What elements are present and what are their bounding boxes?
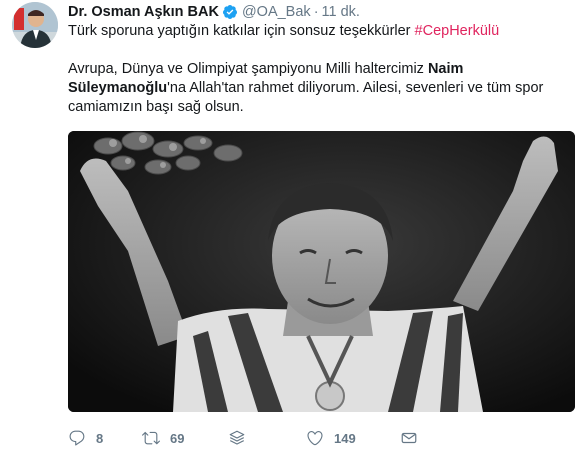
- heart-icon: [307, 431, 323, 446]
- tweet-actions: 8 69 149: [68, 428, 418, 448]
- stack-button[interactable]: [228, 429, 306, 447]
- avatar-image: [12, 2, 58, 48]
- like-button[interactable]: 149: [306, 429, 400, 447]
- author-name[interactable]: Dr. Osman Aşkın BAK: [68, 4, 219, 20]
- tweet-photo[interactable]: [68, 131, 575, 412]
- tweet-text-paragraph: Avrupa, Dünya ve Olimpiyat şampiyonu Mil…: [68, 60, 573, 117]
- tweet-text: Türk sporuna yaptığın katkılar için sons…: [68, 23, 415, 39]
- author-handle[interactable]: @OA_Bak: [242, 4, 311, 20]
- direct-message-button[interactable]: [400, 429, 418, 447]
- retweet-count: 69: [170, 430, 185, 446]
- retweet-button[interactable]: 69: [142, 429, 228, 447]
- mail-icon: [401, 432, 417, 444]
- stack-icon: [229, 430, 245, 445]
- tweet-text-part1: Avrupa, Dünya ve Olimpiyat şampiyonu Mil…: [68, 61, 428, 77]
- weightlifter-photo: [68, 131, 575, 412]
- tweet-timestamp[interactable]: 11 dk.: [322, 4, 360, 20]
- retweet-icon: [142, 431, 160, 445]
- like-count: 149: [334, 430, 356, 446]
- reply-icon: [69, 430, 85, 446]
- tweet-header: Dr. Osman Aşkın BAK @OA_Bak · 11 dk.: [68, 2, 360, 22]
- tweet-text-line1: Türk sporuna yaptığın katkılar için sons…: [68, 22, 573, 41]
- separator-dot: ·: [313, 4, 319, 20]
- reply-count: 8: [96, 430, 104, 446]
- reply-button[interactable]: 8: [68, 429, 142, 447]
- verified-icon: [222, 4, 238, 20]
- avatar[interactable]: [12, 2, 58, 48]
- hashtag-link[interactable]: #CepHerkülü: [415, 23, 500, 39]
